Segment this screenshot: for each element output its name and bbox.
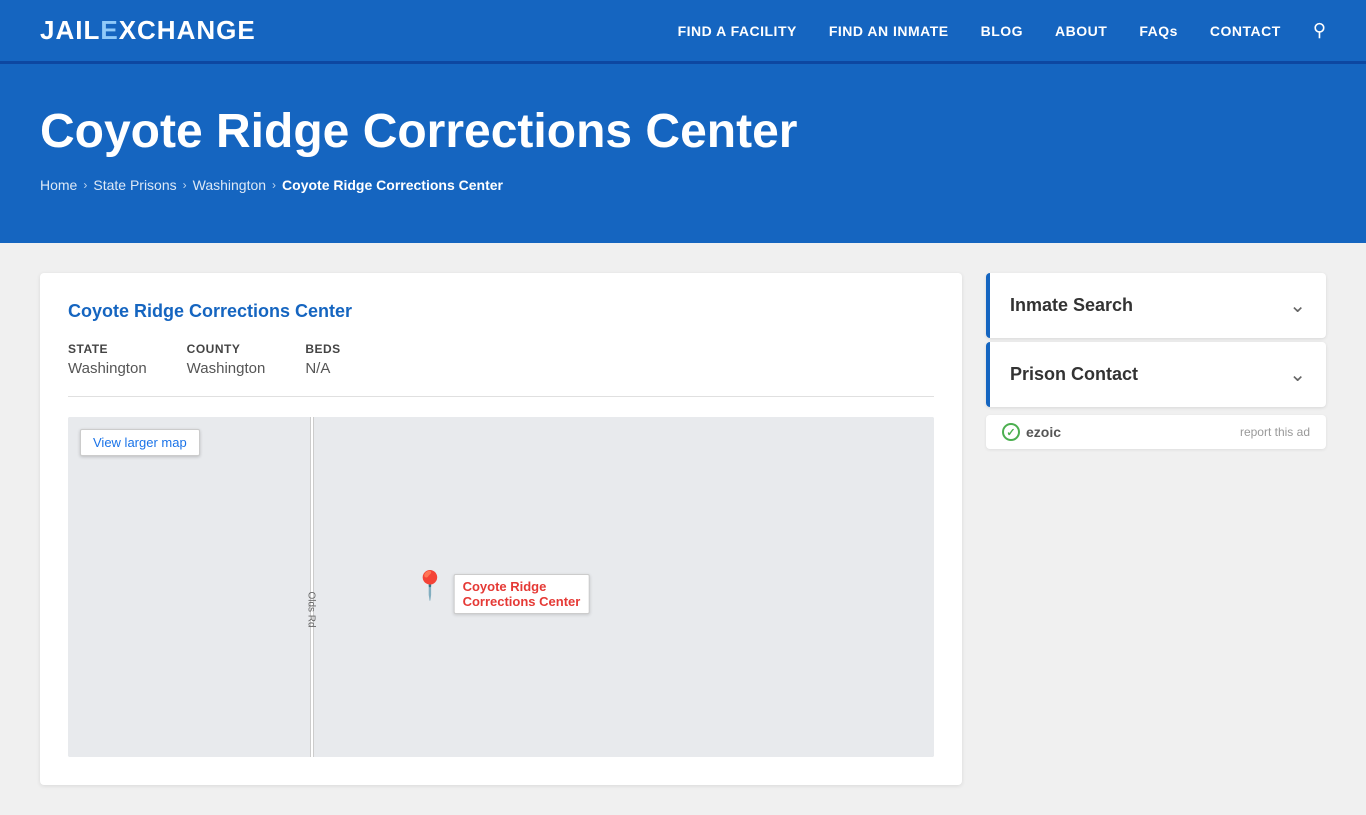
road-label: Olds Rd [306, 591, 317, 627]
state-label: STATE [68, 342, 147, 356]
prison-contact-title: Prison Contact [1010, 364, 1138, 385]
breadcrumb-chevron-3: › [272, 178, 276, 192]
breadcrumb-washington[interactable]: Washington [193, 177, 266, 193]
facility-card-title: Coyote Ridge Corrections Center [68, 301, 934, 322]
view-larger-map-link[interactable]: View larger map [80, 429, 200, 456]
logo-text-jail: JAIL [40, 15, 100, 45]
prison-contact-accordion-header[interactable]: Prison Contact ⌄ [986, 342, 1326, 407]
breadcrumb-state-prisons[interactable]: State Prisons [93, 177, 176, 193]
inmate-search-chevron-icon: ⌄ [1289, 293, 1306, 318]
facility-card: Coyote Ridge Corrections Center STATE Wa… [40, 273, 962, 785]
ezoic-bar: ✓ ezoic report this ad [986, 415, 1326, 449]
map-container: Olds Rd View larger map 📍 Coyote Ridge C… [68, 417, 934, 757]
pin-label-line1: Coyote Ridge [463, 579, 547, 594]
state-value: Washington [68, 360, 147, 377]
beds-label: BEDS [305, 342, 340, 356]
nav-faqs[interactable]: FAQs [1139, 23, 1178, 39]
nav-blog[interactable]: BLOG [981, 23, 1023, 39]
map-pin: 📍 Coyote Ridge Corrections Center [413, 572, 590, 614]
prison-contact-accordion: Prison Contact ⌄ [986, 342, 1326, 407]
site-logo[interactable]: JAILEXCHANGE [40, 15, 256, 46]
ezoic-label: ezoic [1026, 424, 1061, 440]
map-pin-icon: 📍 [413, 572, 448, 600]
nav-find-inmate[interactable]: FIND AN INMATE [829, 23, 949, 39]
inmate-search-accordion-header[interactable]: Inmate Search ⌄ [986, 273, 1326, 338]
breadcrumb-chevron-1: › [83, 178, 87, 192]
nav-about[interactable]: ABOUT [1055, 23, 1107, 39]
breadcrumb: Home › State Prisons › Washington › Coyo… [40, 177, 1326, 193]
breadcrumb-home[interactable]: Home [40, 177, 77, 193]
nav-find-facility[interactable]: FIND A FACILITY [678, 23, 797, 39]
beds-col: BEDS N/A [305, 342, 340, 378]
nav-contact[interactable]: CONTACT [1210, 23, 1281, 39]
breadcrumb-current: Coyote Ridge Corrections Center [282, 177, 503, 193]
logo-text-xchange: XCHANGE [119, 15, 256, 45]
info-row: STATE Washington COUNTY Washington BEDS … [68, 342, 934, 378]
logo-text-e: E [100, 15, 118, 45]
report-ad-link[interactable]: report this ad [1240, 425, 1310, 439]
pin-label-line2: Corrections Center [463, 594, 581, 609]
search-icon-button[interactable]: ⚲ [1313, 20, 1326, 41]
county-col: COUNTY Washington [187, 342, 266, 378]
breadcrumb-chevron-2: › [183, 178, 187, 192]
main-nav: FIND A FACILITY FIND AN INMATE BLOG ABOU… [678, 20, 1326, 41]
inmate-search-accordion: Inmate Search ⌄ [986, 273, 1326, 338]
site-header: JAILEXCHANGE FIND A FACILITY FIND AN INM… [0, 0, 1366, 64]
county-value: Washington [187, 360, 266, 377]
main-content: Coyote Ridge Corrections Center STATE Wa… [0, 243, 1366, 815]
inmate-search-title: Inmate Search [1010, 295, 1133, 316]
county-label: COUNTY [187, 342, 266, 356]
right-sidebar: Inmate Search ⌄ Prison Contact ⌄ ✓ ezoic… [986, 273, 1326, 449]
road-vertical [310, 417, 314, 757]
hero-banner: Coyote Ridge Corrections Center Home › S… [0, 64, 1366, 243]
beds-value: N/A [305, 360, 330, 377]
page-title: Coyote Ridge Corrections Center [40, 104, 1326, 159]
ezoic-logo: ✓ ezoic [1002, 423, 1061, 441]
prison-contact-chevron-icon: ⌄ [1289, 362, 1306, 387]
map-pin-label: Coyote Ridge Corrections Center [454, 574, 590, 614]
ezoic-check-icon: ✓ [1002, 423, 1020, 441]
divider [68, 396, 934, 397]
state-col: STATE Washington [68, 342, 147, 378]
